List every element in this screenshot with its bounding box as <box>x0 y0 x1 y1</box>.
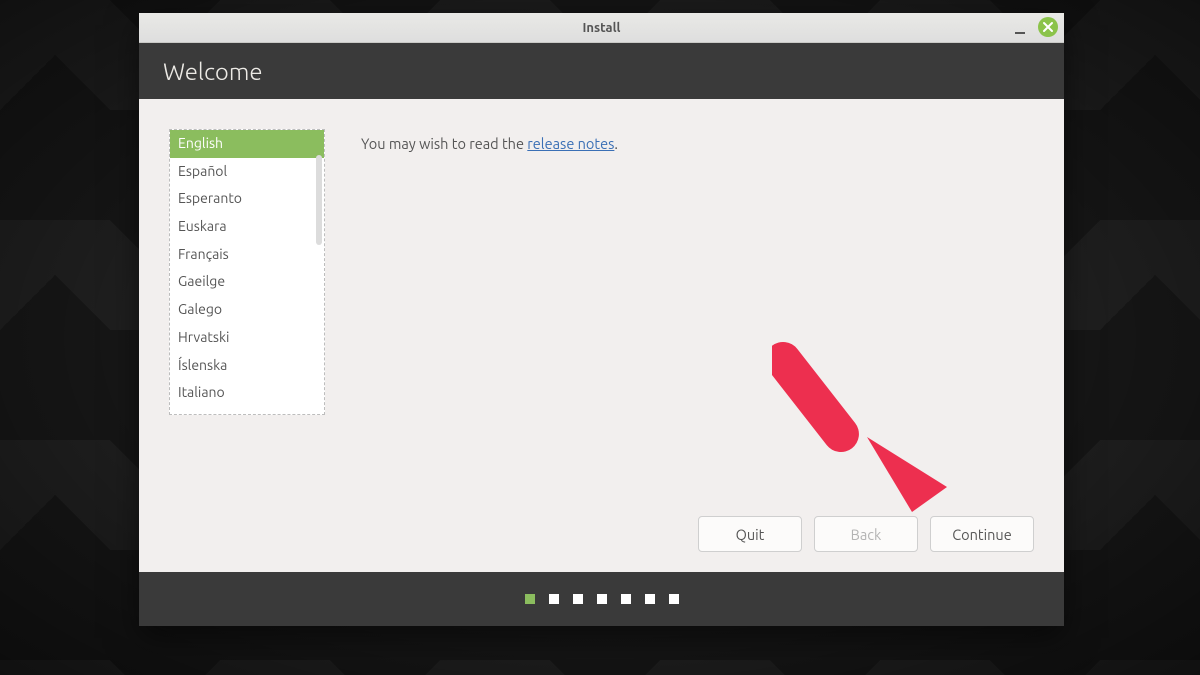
content-top: EnglishEspañolEsperantoEuskaraFrançaisGa… <box>169 129 1034 415</box>
language-option[interactable]: Kurdî <box>170 407 324 415</box>
close-button[interactable] <box>1038 17 1058 37</box>
progress-dot <box>597 594 607 604</box>
page-title: Welcome <box>163 58 263 85</box>
content-area: EnglishEspañolEsperantoEuskaraFrançaisGa… <box>139 99 1064 572</box>
quit-button[interactable]: Quit <box>698 516 802 552</box>
back-button: Back <box>814 516 918 552</box>
progress-dot <box>621 594 631 604</box>
language-option[interactable]: Galego <box>170 296 324 324</box>
language-listbox[interactable]: EnglishEspañolEsperantoEuskaraFrançaisGa… <box>169 129 325 415</box>
language-option[interactable]: Íslenska <box>170 352 324 380</box>
window-title: Install <box>583 21 621 35</box>
language-option[interactable]: Español <box>170 158 324 186</box>
progress-dots <box>139 572 1064 626</box>
scrollbar[interactable] <box>316 155 322 245</box>
page-header: Welcome <box>139 43 1064 99</box>
continue-button[interactable]: Continue <box>930 516 1034 552</box>
progress-dot <box>573 594 583 604</box>
minimize-button[interactable] <box>1010 17 1030 37</box>
language-option[interactable]: Hrvatski <box>170 324 324 352</box>
language-option[interactable]: Gaeilge <box>170 268 324 296</box>
intro-suffix: . <box>614 135 618 152</box>
installer-window: Install Welcome EnglishEspañolEsperantoE… <box>139 13 1064 626</box>
progress-dot <box>525 594 535 604</box>
button-row: Quit Back Continue <box>698 516 1034 552</box>
progress-dot <box>669 594 679 604</box>
window-controls <box>1010 17 1058 37</box>
language-option[interactable]: English <box>170 130 324 158</box>
progress-dot <box>645 594 655 604</box>
close-icon <box>1042 21 1054 33</box>
intro-text: You may wish to read the release notes. <box>361 135 618 152</box>
language-option[interactable]: Italiano <box>170 379 324 407</box>
intro-prefix: You may wish to read the <box>361 135 527 152</box>
titlebar[interactable]: Install <box>139 13 1064 43</box>
release-notes-link[interactable]: release notes <box>527 135 614 152</box>
language-option[interactable]: Français <box>170 241 324 269</box>
progress-dot <box>549 594 559 604</box>
language-list: EnglishEspañolEsperantoEuskaraFrançaisGa… <box>170 130 324 415</box>
language-option[interactable]: Esperanto <box>170 185 324 213</box>
language-option[interactable]: Euskara <box>170 213 324 241</box>
